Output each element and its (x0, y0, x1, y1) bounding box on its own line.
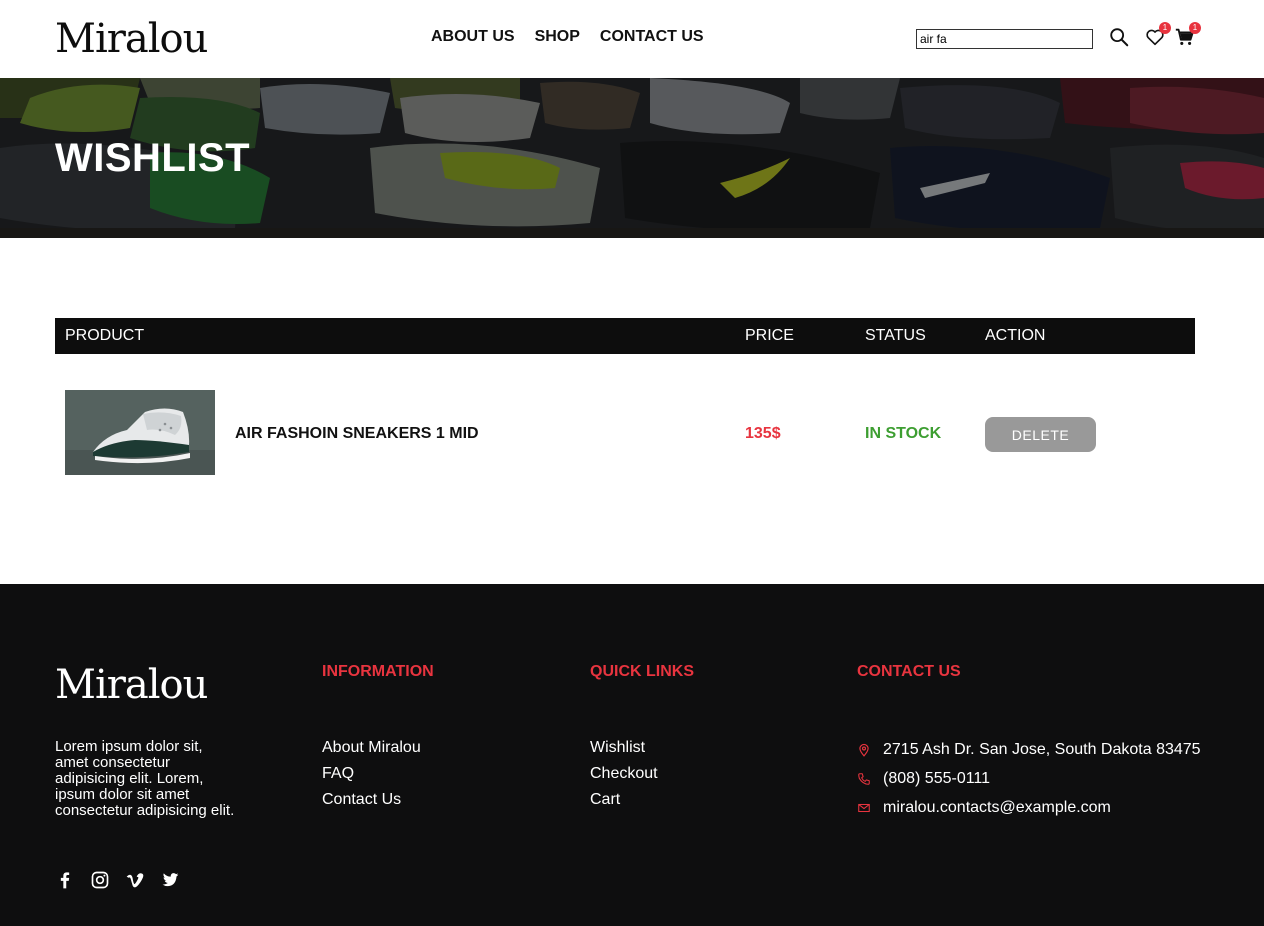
mail-icon (857, 801, 871, 815)
contact-address: 2715 Ash Dr. San Jose, South Dakota 8347… (857, 741, 1201, 759)
cart-count-badge: 1 (1189, 22, 1201, 34)
product-price: 135$ (745, 425, 781, 442)
footer-about-text: Lorem ipsum dolor sit, amet consectetur … (55, 738, 235, 819)
header-status: STATUS (865, 327, 926, 344)
vimeo-icon[interactable] (125, 869, 145, 891)
footer-link-wishlist[interactable]: Wishlist (590, 739, 658, 757)
instagram-icon[interactable] (90, 869, 110, 891)
information-links: About Miralou FAQ Contact Us (322, 739, 421, 809)
footer-logo[interactable]: Miralou (55, 662, 208, 708)
contact-email: miralou.contacts@example.com (857, 799, 1201, 817)
site-header: Miralou ABOUT US SHOP CONTACT US 1 1 (0, 0, 1264, 78)
delete-button[interactable]: DELETE (985, 417, 1096, 452)
wishlist-table-header: PRODUCT PRICE STATUS ACTION (55, 318, 1195, 354)
phone-text[interactable]: (808) 555-0111 (883, 770, 990, 788)
footer-link-about-miralou[interactable]: About Miralou (322, 739, 421, 757)
header-price: PRICE (745, 327, 794, 344)
nav-contact-us[interactable]: CONTACT US (600, 28, 704, 46)
site-footer: Miralou Lorem ipsum dolor sit, amet cons… (0, 584, 1264, 926)
footer-link-faq[interactable]: FAQ (322, 765, 421, 783)
header-action: ACTION (985, 327, 1046, 344)
location-pin-icon (857, 743, 871, 757)
nav-shop[interactable]: SHOP (535, 28, 580, 46)
stock-status: IN STOCK (865, 425, 942, 442)
search-icon[interactable] (1108, 26, 1130, 48)
address-text: 2715 Ash Dr. San Jose, South Dakota 8347… (883, 741, 1201, 758)
information-heading: INFORMATION (322, 663, 434, 680)
phone-icon (857, 772, 871, 786)
footer-link-checkout[interactable]: Checkout (590, 765, 658, 783)
page-title: WISHLIST (55, 136, 251, 180)
cart-button[interactable]: 1 (1174, 22, 1201, 48)
quick-links: Wishlist Checkout Cart (590, 739, 658, 809)
wishlist-count-badge: 1 (1159, 22, 1171, 34)
product-name-link[interactable]: AIR FASHOIN SNEAKERS 1 MID (235, 425, 479, 443)
header-product: PRODUCT (65, 327, 145, 344)
facebook-icon[interactable] (55, 869, 75, 891)
product-image[interactable] (65, 390, 215, 475)
footer-link-cart[interactable]: Cart (590, 791, 658, 809)
brand-logo[interactable]: Miralou (55, 16, 208, 62)
table-row: AIR FASHOIN SNEAKERS 1 MID 135$ IN STOCK… (55, 390, 1195, 476)
twitter-icon[interactable] (160, 869, 180, 891)
main-nav: ABOUT US SHOP CONTACT US (431, 28, 704, 46)
search-input[interactable] (916, 29, 1093, 49)
footer-link-contact-us[interactable]: Contact Us (322, 791, 421, 809)
social-links (55, 869, 180, 891)
wishlist-button[interactable]: 1 (1144, 22, 1171, 48)
page-banner: WISHLIST (0, 78, 1264, 238)
contact-phone: (808) 555-0111 (857, 770, 1201, 788)
email-text[interactable]: miralou.contacts@example.com (883, 799, 1111, 817)
quick-links-heading: QUICK LINKS (590, 663, 694, 680)
contact-list: 2715 Ash Dr. San Jose, South Dakota 8347… (857, 741, 1201, 817)
nav-about-us[interactable]: ABOUT US (431, 28, 515, 46)
contact-heading: CONTACT US (857, 663, 961, 680)
